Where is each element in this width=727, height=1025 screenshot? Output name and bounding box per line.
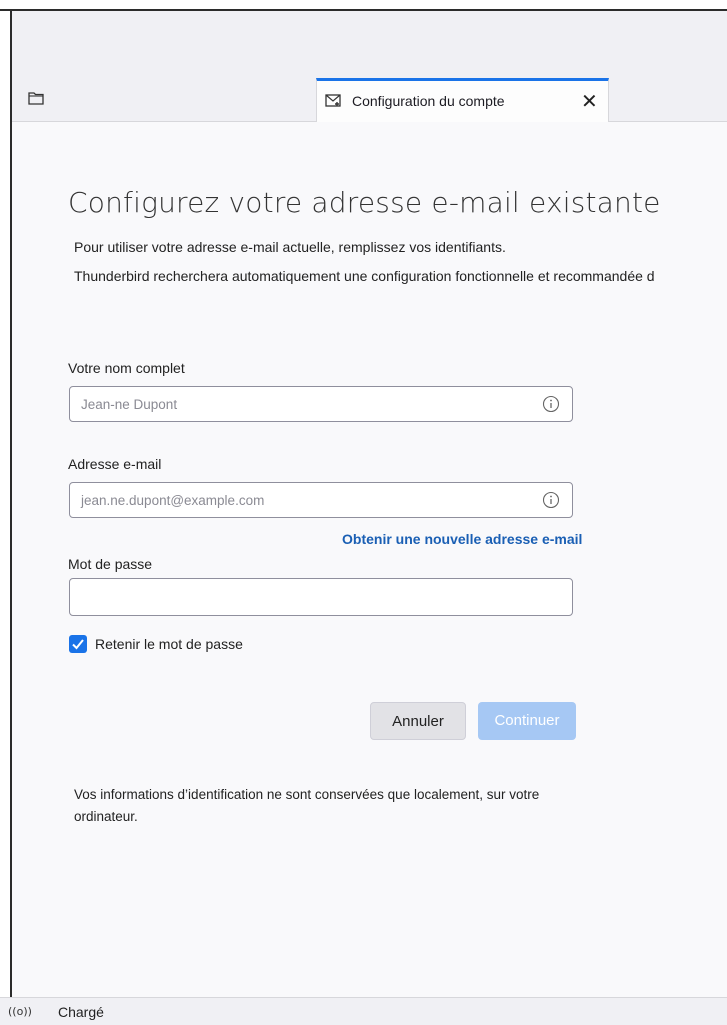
password-field[interactable] [69, 578, 573, 616]
email-placeholder: jean.ne.dupont@example.com [81, 493, 265, 508]
email-field[interactable]: jean.ne.dupont@example.com [69, 482, 573, 518]
mail-settings-icon [325, 93, 343, 114]
status-bar: ((o)) Chargé [0, 997, 727, 1025]
online-status-icon[interactable]: ((o)) [8, 1005, 32, 1018]
status-text: Chargé [58, 1004, 104, 1020]
intro-line-1: Pour utiliser votre adresse e-mail actue… [74, 239, 506, 255]
folder-icon[interactable] [28, 91, 44, 110]
remember-password-checkbox[interactable] [69, 635, 87, 653]
checkmark-icon [72, 639, 84, 650]
account-setup-page: Configurez votre adresse e-mail existant… [12, 122, 727, 997]
info-icon[interactable] [542, 395, 560, 418]
remember-password-label[interactable]: Retenir le mot de passe [95, 636, 243, 652]
info-icon[interactable] [542, 491, 560, 514]
email-label: Adresse e-mail [68, 456, 162, 472]
cancel-button[interactable]: Annuler [370, 702, 466, 740]
window-frame-left [10, 10, 12, 1024]
intro-line-2: Thunderbird recherchera automatiquement … [74, 268, 655, 284]
continue-button[interactable]: Continuer [478, 702, 576, 740]
tab-label: Configuration du compte [352, 93, 505, 109]
name-field[interactable]: Jean-ne Dupont [69, 386, 573, 422]
tab-account-setup[interactable]: Configuration du compte ✕ [316, 78, 609, 122]
new-address-link[interactable]: Obtenir une nouvelle adresse e-mail [342, 531, 582, 547]
title-bar [12, 11, 727, 71]
password-label: Mot de passe [68, 556, 153, 572]
local-storage-note: Vos informations d’identification ne son… [74, 787, 540, 824]
close-icon[interactable]: ✕ [581, 89, 598, 114]
name-placeholder: Jean-ne Dupont [81, 397, 178, 412]
name-label: Votre nom complet [68, 360, 185, 376]
page-title: Configurez votre adresse e-mail existant… [68, 186, 661, 219]
